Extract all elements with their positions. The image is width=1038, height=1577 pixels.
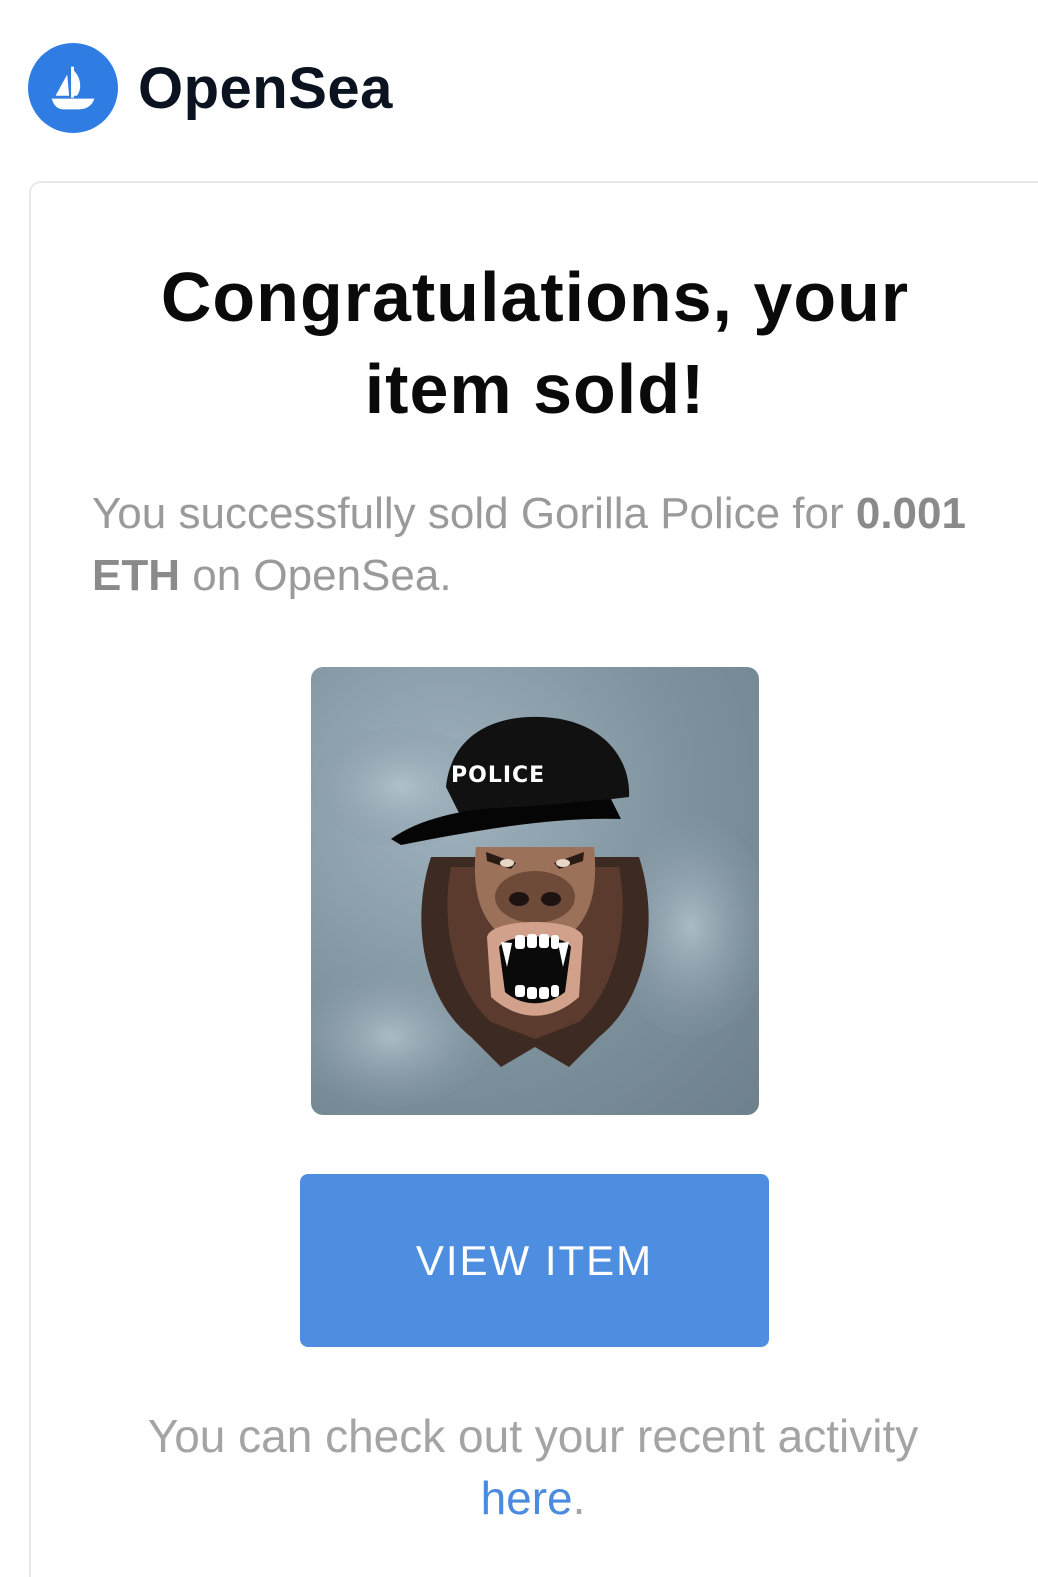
- title-line-1: Congratulations, your: [160, 258, 910, 336]
- brand-name: OpenSea: [138, 55, 393, 121]
- email-page: OpenSea Congratulations, your item sold!…: [0, 0, 1038, 1577]
- recent-activity-text: You can check out your recent activity h…: [31, 1405, 1035, 1529]
- title-line-2: item sold!: [364, 350, 706, 428]
- header: OpenSea: [28, 42, 393, 134]
- gorilla-police-nft-image[interactable]: POLICE: [311, 667, 759, 1115]
- opensea-logo-icon: [28, 43, 118, 133]
- sale-message-prefix: You successfully sold Gorilla Police for: [92, 489, 844, 538]
- recent-activity-prefix: You can check out your recent activity: [147, 1410, 919, 1462]
- view-item-button[interactable]: VIEW ITEM: [300, 1174, 769, 1347]
- cap-text: POLICE: [451, 763, 545, 788]
- sale-message-suffix: on OpenSea.: [192, 551, 452, 600]
- recent-activity-link[interactable]: here: [481, 1472, 573, 1524]
- page-title: Congratulations, your item sold!: [31, 251, 1038, 435]
- sale-message: You successfully sold Gorilla Police for…: [92, 483, 972, 607]
- message-card: Congratulations, your item sold! You suc…: [29, 181, 1038, 1577]
- recent-activity-suffix: .: [572, 1472, 586, 1524]
